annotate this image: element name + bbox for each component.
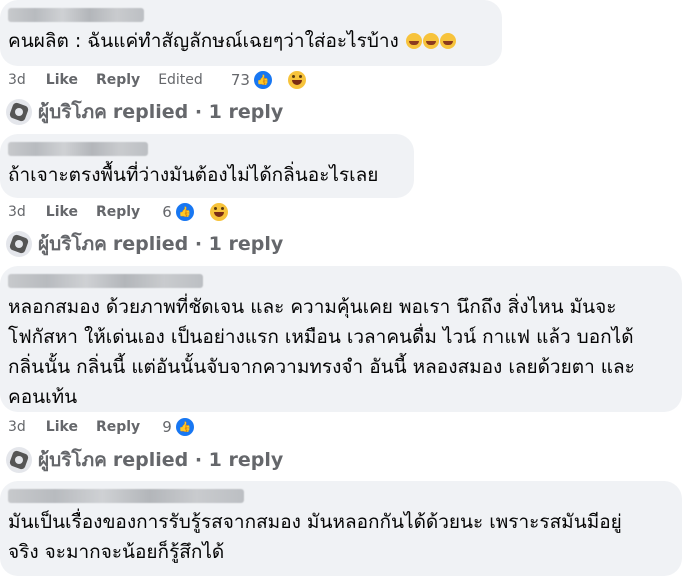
reaction-summary[interactable]: 73 👍 xyxy=(231,69,326,91)
rofl-emoji-icon xyxy=(439,33,456,49)
view-replies[interactable]: ผู้บริโภค replied · 1 reply xyxy=(6,229,283,259)
reply-count-text: replied · 1 reply xyxy=(112,101,284,123)
avatar xyxy=(6,99,32,125)
reply-count-text: replied · 1 reply xyxy=(112,233,284,255)
edited-label[interactable]: Edited xyxy=(158,72,203,88)
reaction-count: 9 xyxy=(162,418,172,436)
like-button[interactable]: Like xyxy=(46,419,78,435)
timestamp[interactable]: 3d xyxy=(8,204,26,220)
comment-text: ถ้าเจาะตรงพื้นที่ว่างมันต้องไม่ได้กลิ่นอ… xyxy=(8,164,379,186)
comment-bubble: หลอกสมอง ด้วยภาพที่ชัดเจน และ ความคุ้นเค… xyxy=(0,266,682,412)
view-replies[interactable]: ผู้บริโภค replied · 1 reply xyxy=(6,445,283,475)
reaction-summary[interactable]: 9 👍 xyxy=(162,416,214,438)
like-button[interactable]: Like xyxy=(46,72,78,88)
comment-text: คนผลิต : ฉันแค่ทำสัญลักษณ์เฉยๆว่าใส่อะไร… xyxy=(8,26,502,57)
comment-actions: 3d Like Reply 6 👍 xyxy=(8,200,248,224)
reply-author: ผู้บริโภค xyxy=(38,233,107,255)
like-button[interactable]: Like xyxy=(46,204,78,220)
reply-author: ผู้บริโภค xyxy=(38,101,107,123)
like-icon: 👍 xyxy=(173,201,196,223)
comment-text: มันเป็นเรื่องของการรับรู้รสจากสมอง มันหล… xyxy=(8,511,622,563)
reply-button[interactable]: Reply xyxy=(96,72,140,88)
reply-button[interactable]: Reply xyxy=(96,419,140,435)
reply-button[interactable]: Reply xyxy=(96,204,140,220)
like-icon: 👍 xyxy=(173,416,196,438)
like-icon: 👍 xyxy=(251,69,274,91)
comment-bubble: มันเป็นเรื่องของการรับรู้รสจากสมอง มันหล… xyxy=(0,481,682,576)
avatar xyxy=(6,231,32,257)
reaction-summary[interactable]: 6 👍 xyxy=(162,201,248,223)
comment-actions: 3d Like Reply 9 👍 xyxy=(8,415,214,439)
comment-bubble: คนผลิต : ฉันแค่ทำสัญลักษณ์เฉยๆว่าใส่อะไร… xyxy=(0,0,502,66)
reaction-count: 6 xyxy=(162,203,172,221)
reply-author: ผู้บริโภค xyxy=(38,449,107,471)
author-name-blurred[interactable] xyxy=(8,8,144,22)
comment-text: หลอกสมอง ด้วยภาพที่ชัดเจน และ ความคุ้นเค… xyxy=(8,296,635,408)
comment-actions: 3d Like Reply Edited 73 👍 xyxy=(8,68,326,92)
comment-bubble: ถ้าเจาะตรงพื้นที่ว่างมันต้องไม่ได้กลิ่นอ… xyxy=(0,134,414,198)
rofl-emoji-icon xyxy=(422,33,439,49)
author-name-blurred[interactable] xyxy=(8,489,244,503)
author-name-blurred[interactable] xyxy=(8,274,203,288)
haha-icon xyxy=(207,201,230,223)
view-replies[interactable]: ผู้บริโภค replied · 1 reply xyxy=(6,97,283,127)
avatar xyxy=(6,447,32,473)
rofl-emoji-icon xyxy=(405,33,422,49)
author-name-blurred[interactable] xyxy=(8,142,148,156)
haha-icon xyxy=(285,69,308,91)
timestamp[interactable]: 3d xyxy=(8,72,26,88)
timestamp[interactable]: 3d xyxy=(8,419,26,435)
reaction-count: 73 xyxy=(230,71,250,89)
reply-count-text: replied · 1 reply xyxy=(112,449,284,471)
